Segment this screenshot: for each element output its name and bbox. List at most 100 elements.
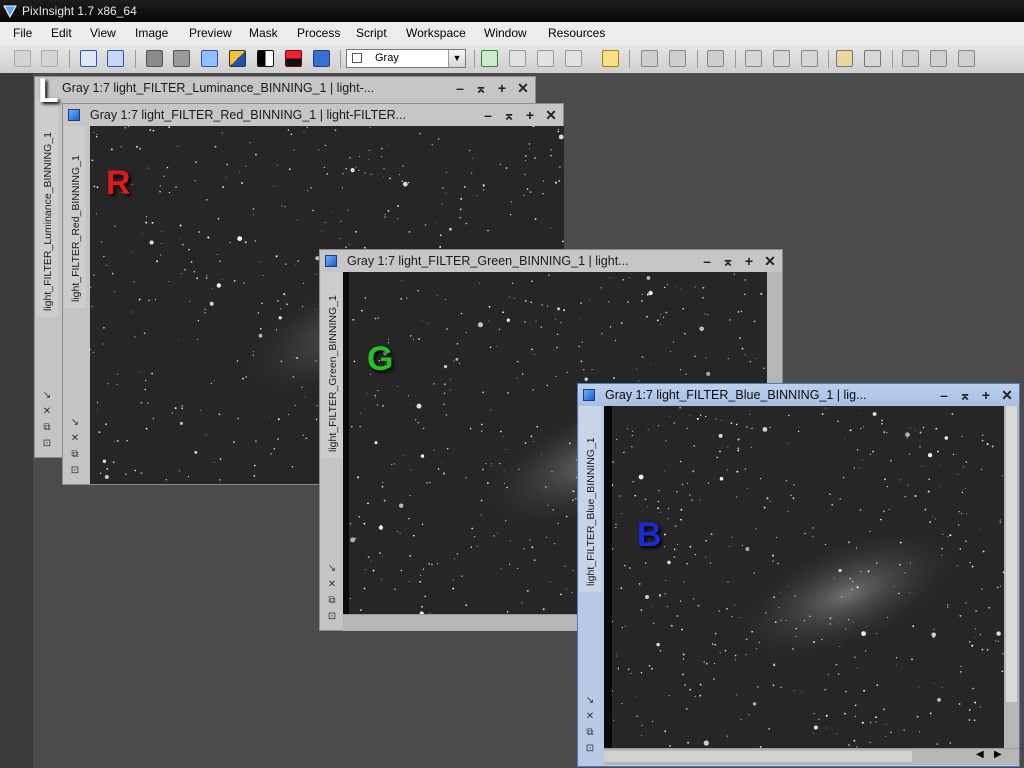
zoom-fit-icon[interactable]: ↘ <box>42 391 52 401</box>
close-icon[interactable]: ✕ <box>515 80 531 96</box>
menu-script[interactable]: Script <box>356 26 387 40</box>
grayscale-icon[interactable] <box>257 50 274 67</box>
ruler-icon[interactable] <box>864 50 881 67</box>
maximize-icon[interactable]: + <box>494 80 510 96</box>
zoom-fit-icon[interactable]: ↘ <box>70 418 80 428</box>
new-image-icon[interactable] <box>481 50 498 67</box>
menu-process[interactable]: Process <box>297 26 340 40</box>
view-id-label: light_FILTER_Blue_BINNING_1 <box>585 437 597 586</box>
shade-icon[interactable]: ⌅ <box>501 107 517 123</box>
stf-mode-select[interactable]: Gray ▼ <box>346 49 466 68</box>
view-id-tab[interactable]: light_FILTER_Green_BINNING_1 <box>321 272 343 458</box>
histogram-icon[interactable] <box>313 50 330 67</box>
star-field <box>612 406 1004 748</box>
close-icon[interactable]: ✕ <box>762 253 778 269</box>
close-icon[interactable]: ✕ <box>543 107 559 123</box>
mirror-icon[interactable] <box>173 50 190 67</box>
side-tools: ↘ ✕ ⧉ ⊡ <box>321 558 343 622</box>
app-title: PixInsight 1.7 x86_64 <box>22 4 137 18</box>
fit-window-icon[interactable]: ⊡ <box>327 612 337 622</box>
minimize-icon[interactable]: – <box>452 80 468 96</box>
invert-icon[interactable] <box>146 50 163 67</box>
view-id-tab[interactable]: light_FILTER_Luminance_BINNING_1 <box>36 99 58 317</box>
window-title-bar[interactable]: Gray 1:7 light_FILTER_Red_BINNING_1 | li… <box>63 104 563 126</box>
workspace-left-strip <box>0 73 33 768</box>
rgb-icon[interactable] <box>229 50 246 67</box>
image-canvas[interactable] <box>612 406 1004 748</box>
scroll-left-icon[interactable]: ◀ <box>976 749 984 760</box>
color-space-icon[interactable] <box>201 50 218 67</box>
vertical-scrollbar[interactable] <box>1004 406 1019 748</box>
window-title: Gray 1:7 light_FILTER_Blue_BINNING_1 | l… <box>605 388 867 402</box>
view-id-tab[interactable]: light_FILTER_Blue_BINNING_1 <box>579 406 601 592</box>
menu-mask[interactable]: Mask <box>249 26 278 40</box>
minimize-icon[interactable]: – <box>936 387 952 403</box>
horizontal-scrollbar[interactable]: ◀ ▶ <box>604 748 1019 765</box>
copy-icon[interactable] <box>565 50 582 67</box>
menu-resources[interactable]: Resources <box>548 26 605 40</box>
scroll-right-icon[interactable]: ▶ <box>994 749 1002 760</box>
menu-workspace[interactable]: Workspace <box>406 26 466 40</box>
zoom-out-icon[interactable] <box>641 50 658 67</box>
undo-icon[interactable] <box>14 50 31 67</box>
process-icon[interactable] <box>930 50 947 67</box>
chevron-down-icon[interactable]: ▼ <box>448 50 465 67</box>
new-preview-icon[interactable]: ⧉ <box>585 728 595 738</box>
window-title-bar[interactable]: Gray 1:7 light_FILTER_Green_BINNING_1 | … <box>320 250 782 272</box>
view-id-tab[interactable]: light_FILTER_Red_BINNING_1 <box>64 126 86 308</box>
open-image-icon[interactable] <box>509 50 526 67</box>
edit-preview-icon[interactable] <box>773 50 790 67</box>
toolbar: Gray ▼ <box>0 45 1024 74</box>
window-title-bar[interactable]: Gray 1:7 light_FILTER_Blue_BINNING_1 | l… <box>578 384 1019 406</box>
minimize-icon[interactable]: – <box>480 107 496 123</box>
pan-icon[interactable]: ✕ <box>42 407 52 417</box>
new-preview-icon[interactable]: ⧉ <box>70 450 80 460</box>
pixinsight-logo-icon <box>3 5 17 18</box>
fit-window-icon[interactable]: ⊡ <box>585 744 595 754</box>
scroll-thumb[interactable] <box>604 751 912 762</box>
window-title-bar[interactable]: Gray 1:7 light_FILTER_Luminance_BINNING_… <box>35 77 535 99</box>
image-icon <box>325 255 337 267</box>
zoom-fit-icon[interactable]: ↘ <box>585 696 595 706</box>
fit-window-icon[interactable]: ⊡ <box>42 439 52 449</box>
menu-file[interactable]: File <box>13 26 32 40</box>
preview-icon[interactable] <box>745 50 762 67</box>
redo-icon[interactable] <box>41 50 58 67</box>
clone-image-icon[interactable] <box>107 50 124 67</box>
shade-icon[interactable]: ⌅ <box>720 253 736 269</box>
mask-icon[interactable] <box>801 50 818 67</box>
screen-transfer-icon[interactable] <box>602 50 619 67</box>
duplicate-icon[interactable] <box>537 50 554 67</box>
fit-window-icon[interactable]: ⊡ <box>70 466 80 476</box>
channel-marker-luminance: L <box>38 72 59 110</box>
pan-icon[interactable]: ✕ <box>585 712 595 722</box>
scroll-thumb[interactable] <box>1006 406 1017 702</box>
shade-icon[interactable]: ⌅ <box>957 387 973 403</box>
maximize-icon[interactable]: + <box>741 253 757 269</box>
new-preview-icon[interactable]: ⧉ <box>42 423 52 433</box>
maximize-icon[interactable]: + <box>978 387 994 403</box>
explorer-icon[interactable] <box>902 50 919 67</box>
window-title: Gray 1:7 light_FILTER_Green_BINNING_1 | … <box>347 254 629 268</box>
maximize-icon[interactable]: + <box>522 107 538 123</box>
zoom-fit-icon[interactable]: ↘ <box>327 564 337 574</box>
stf-mode-value: Gray <box>375 52 399 64</box>
rgb-to-gray-icon[interactable] <box>285 50 302 67</box>
menu-view[interactable]: View <box>90 26 116 40</box>
readout-icon[interactable] <box>836 50 853 67</box>
new-preview-icon[interactable]: ⧉ <box>327 596 337 606</box>
menu-edit[interactable]: Edit <box>51 26 72 40</box>
close-icon[interactable]: ✕ <box>999 387 1015 403</box>
menu-preview[interactable]: Preview <box>189 26 232 40</box>
image-identifier-icon[interactable] <box>80 50 97 67</box>
shade-icon[interactable]: ⌅ <box>473 80 489 96</box>
menu-window[interactable]: Window <box>484 26 527 40</box>
history-icon[interactable] <box>958 50 975 67</box>
menu-image[interactable]: Image <box>135 26 168 40</box>
pan-icon[interactable]: ✕ <box>70 434 80 444</box>
zoom-in-icon[interactable] <box>669 50 686 67</box>
hand-icon[interactable] <box>707 50 724 67</box>
pan-icon[interactable]: ✕ <box>327 580 337 590</box>
minimize-icon[interactable]: – <box>699 253 715 269</box>
image-window-blue[interactable]: Gray 1:7 light_FILTER_Blue_BINNING_1 | l… <box>577 383 1020 767</box>
